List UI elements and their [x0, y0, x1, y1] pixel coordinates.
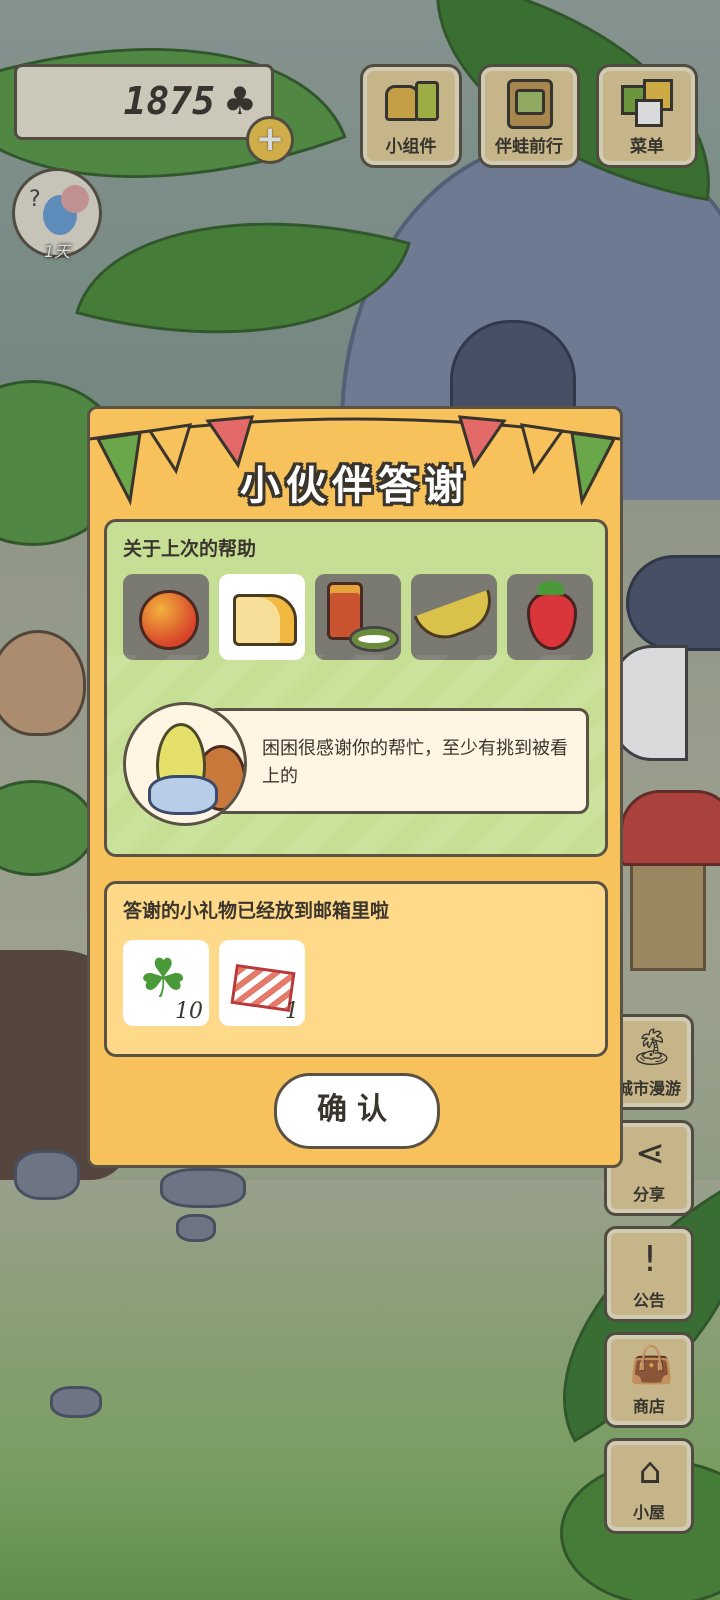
- food-slot-strawberry[interactable]: [507, 574, 593, 660]
- food-list: [123, 574, 593, 664]
- food-slot-cheese[interactable]: [219, 574, 305, 660]
- cheese-icon: [233, 594, 297, 646]
- gift-list: ☘ 10 1: [123, 940, 423, 1030]
- food-slot-canned-food[interactable]: [315, 574, 401, 660]
- gift-quantity: 1: [285, 999, 299, 1024]
- dialog-title: 小伙伴答谢: [240, 463, 470, 509]
- thanks-message: 困困很感谢你的帮忙，至少有挑到被看上的: [262, 738, 568, 787]
- gift-slot-ticket[interactable]: 1: [219, 940, 305, 1026]
- thanks-dialog: 小伙伴答谢 关于上次的帮助 困困很感谢你的帮忙，至少有挑到被看上的 答谢的小礼物…: [87, 406, 623, 1168]
- strawberry-icon: [527, 581, 577, 650]
- food-slot-banana[interactable]: [411, 574, 501, 660]
- message-bubble: 困困很感谢你的帮忙，至少有挑到被看上的: [207, 708, 589, 814]
- food-slot-mango[interactable]: [123, 574, 209, 660]
- mango-icon: [139, 590, 199, 650]
- gift-panel: 答谢的小礼物已经放到邮箱里啦 ☘ 10 1: [104, 881, 608, 1057]
- companion-portrait: [123, 702, 247, 826]
- gift-quantity: 10: [175, 999, 203, 1024]
- plate-icon: [349, 626, 399, 652]
- clover-gift-icon: ☘: [139, 947, 188, 1010]
- banana-icon: [413, 589, 501, 648]
- help-panel: 关于上次的帮助 困困很感谢你的帮忙，至少有挑到被看上的: [104, 519, 608, 857]
- gift-heading: 答谢的小礼物已经放到邮箱里啦: [123, 900, 390, 922]
- gift-slot-clover[interactable]: ☘ 10: [123, 940, 209, 1026]
- help-heading: 关于上次的帮助: [123, 538, 257, 560]
- scarf: [148, 775, 218, 815]
- confirm-button[interactable]: 确认: [274, 1073, 440, 1149]
